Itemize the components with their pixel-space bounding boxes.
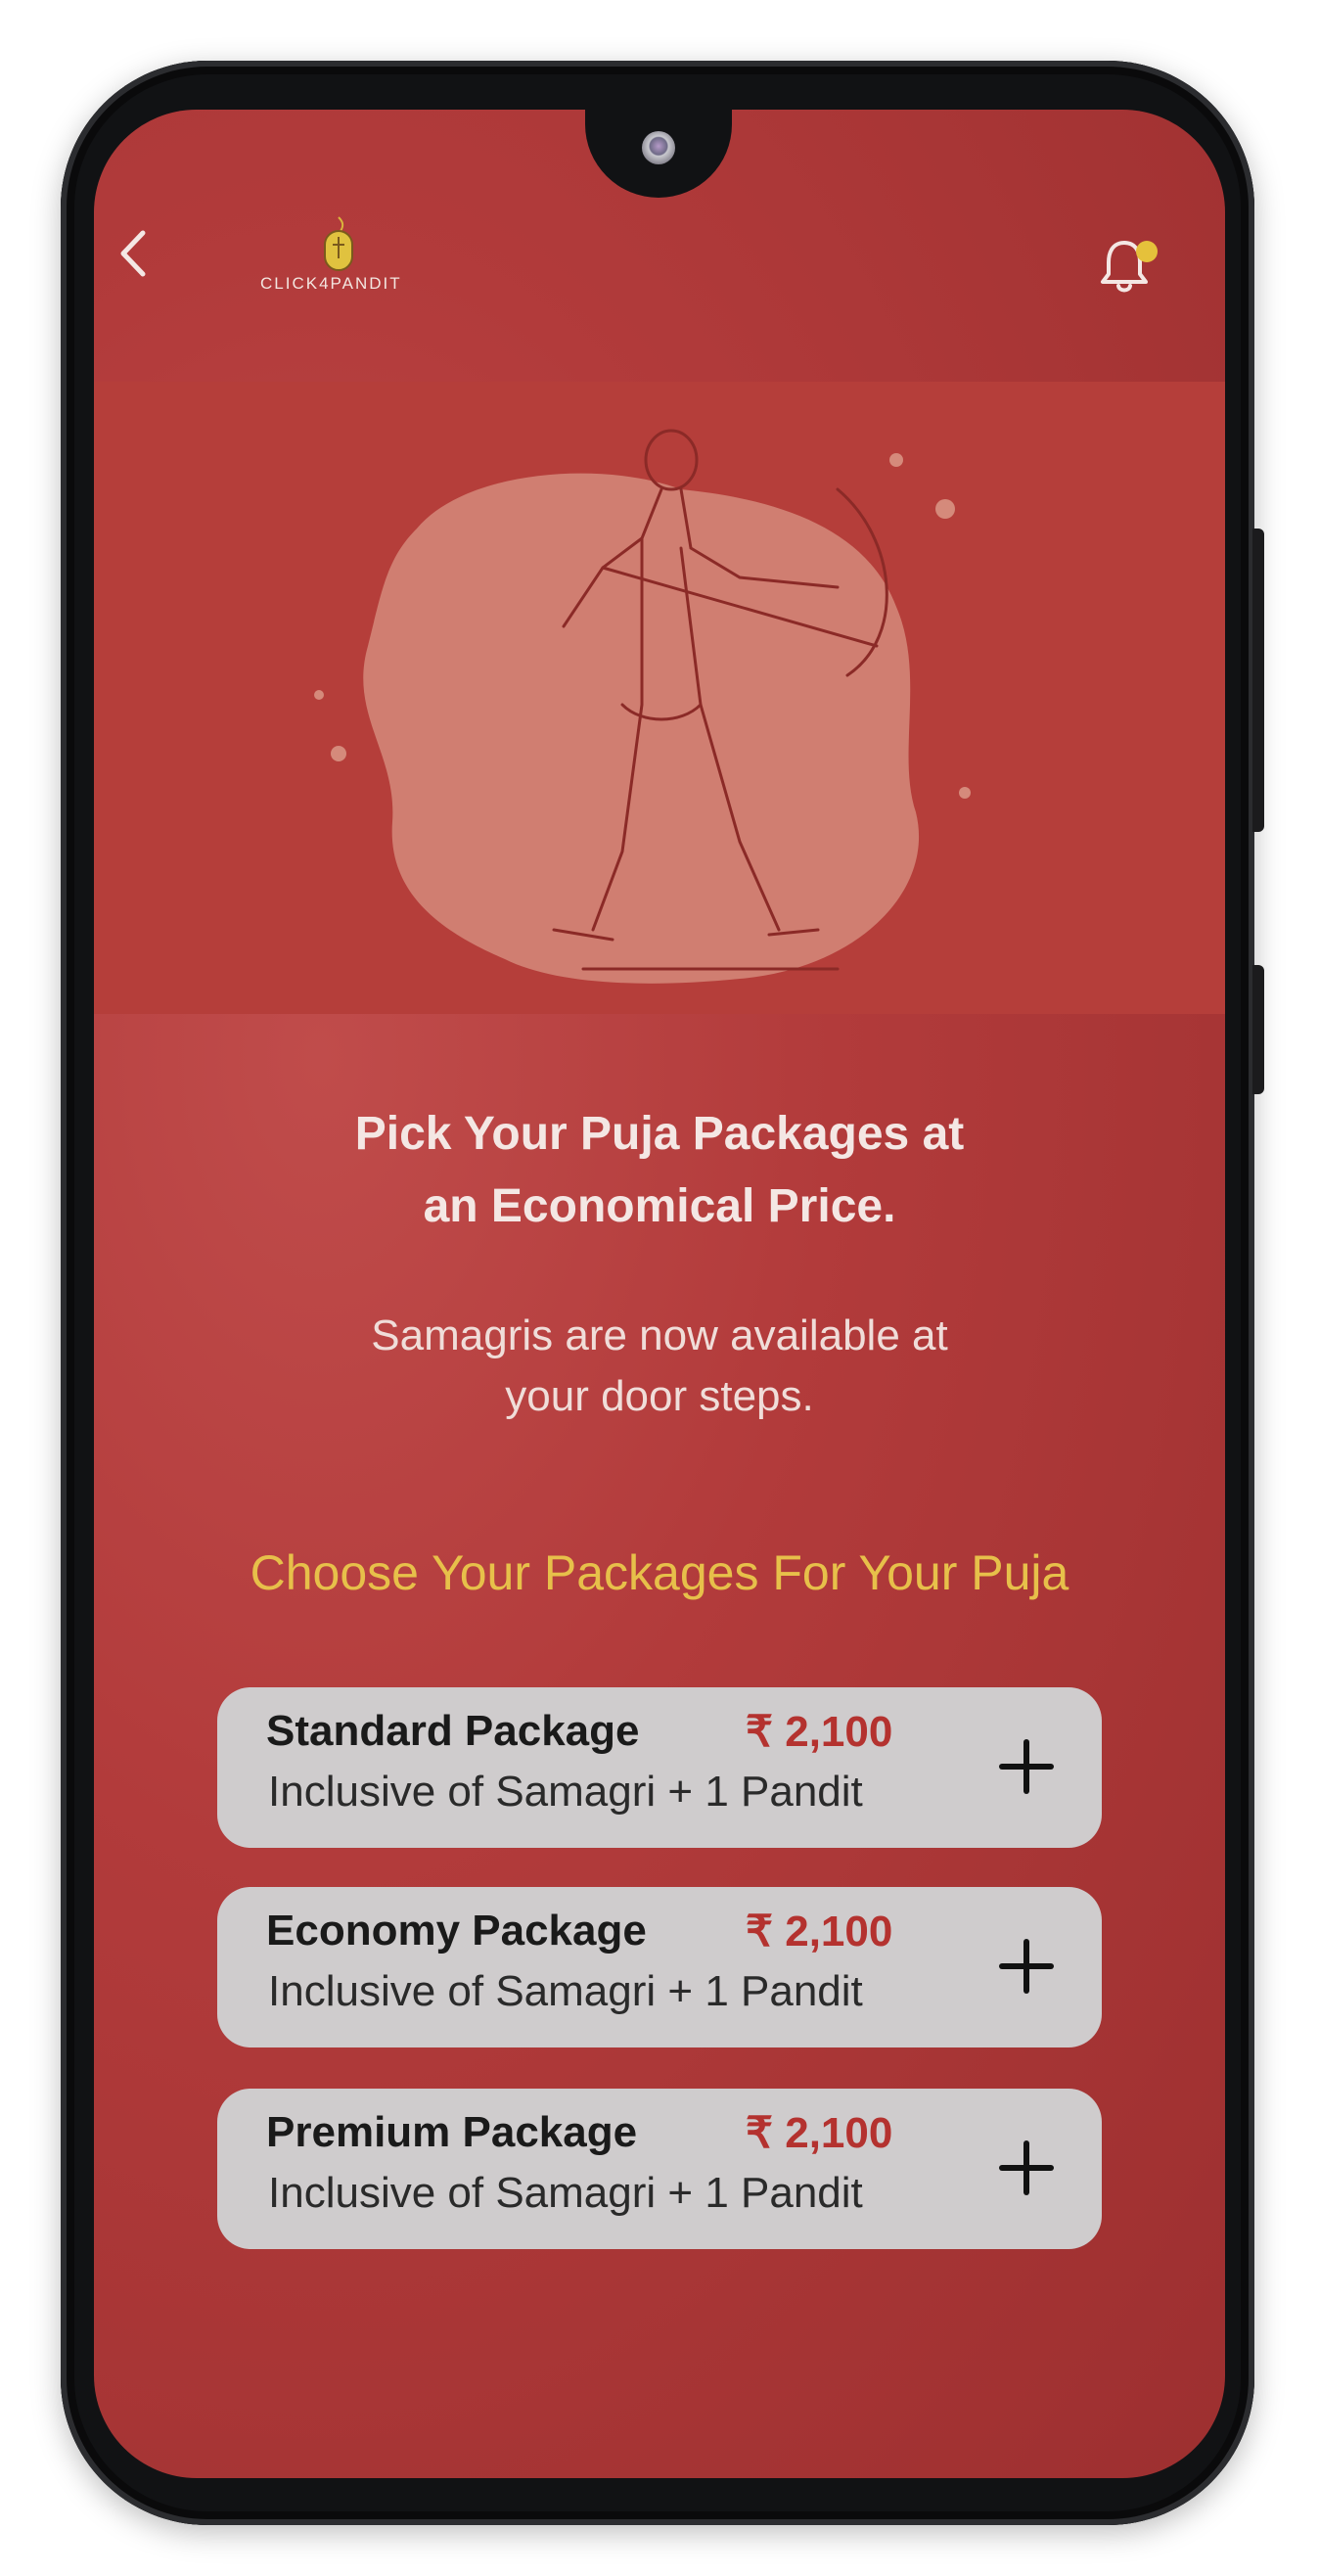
volume-button: [1252, 529, 1264, 832]
logo-text: CLICK4PANDIT: [260, 274, 402, 293]
subtitle-line-2: your door steps.: [505, 1372, 814, 1420]
front-camera: [642, 131, 675, 164]
app-screen: CLICK4PANDIT Pick Your Puja Packages at …: [94, 110, 1225, 2478]
package-name: Economy Package: [266, 1907, 647, 1955]
plus-icon: [999, 1939, 1054, 1994]
mouse-logo-icon: [324, 216, 353, 271]
chevron-left-icon: [120, 230, 146, 277]
package-card-premium[interactable]: Premium Package ₹ 2,100 Inclusive of Sam…: [217, 2089, 1102, 2249]
add-package-button[interactable]: [992, 2134, 1061, 2202]
page-subtitle: Samagris are now available at your door …: [290, 1306, 1029, 1427]
plus-icon: [999, 1739, 1054, 1794]
package-price: ₹ 2,100: [746, 2109, 893, 2157]
package-name: Premium Package: [266, 2108, 638, 2156]
click4pandit-logo[interactable]: CLICK4PANDIT: [260, 215, 427, 298]
add-package-button[interactable]: [992, 1932, 1061, 2001]
package-description: Inclusive of Samagri + 1 Pandit: [268, 1967, 863, 2015]
back-button[interactable]: [114, 229, 153, 278]
add-package-button[interactable]: [992, 1732, 1061, 1801]
package-card-standard[interactable]: Standard Package ₹ 2,100 Inclusive of Sa…: [217, 1687, 1102, 1848]
archer-deity-illustration: [314, 429, 971, 984]
power-button: [1252, 965, 1264, 1094]
plus-icon: [999, 2140, 1054, 2195]
title-line-2: an Economical Price.: [423, 1180, 896, 1232]
subtitle-line-1: Samagris are now available at: [371, 1311, 948, 1359]
package-description: Inclusive of Samagri + 1 Pandit: [268, 1768, 863, 1816]
package-name: Standard Package: [266, 1707, 640, 1755]
package-price: ₹ 2,100: [746, 1908, 893, 1955]
section-title: Choose Your Packages For Your Puja: [250, 1545, 1069, 1600]
notification-badge: [1136, 241, 1158, 262]
package-description: Inclusive of Samagri + 1 Pandit: [268, 2169, 863, 2217]
page-title: Pick Your Puja Packages at an Economical…: [241, 1098, 1078, 1243]
package-card-economy[interactable]: Economy Package ₹ 2,100 Inclusive of Sam…: [217, 1887, 1102, 2047]
hero-banner: [94, 382, 1225, 1014]
title-line-1: Pick Your Puja Packages at: [354, 1108, 965, 1160]
package-price: ₹ 2,100: [746, 1708, 893, 1756]
